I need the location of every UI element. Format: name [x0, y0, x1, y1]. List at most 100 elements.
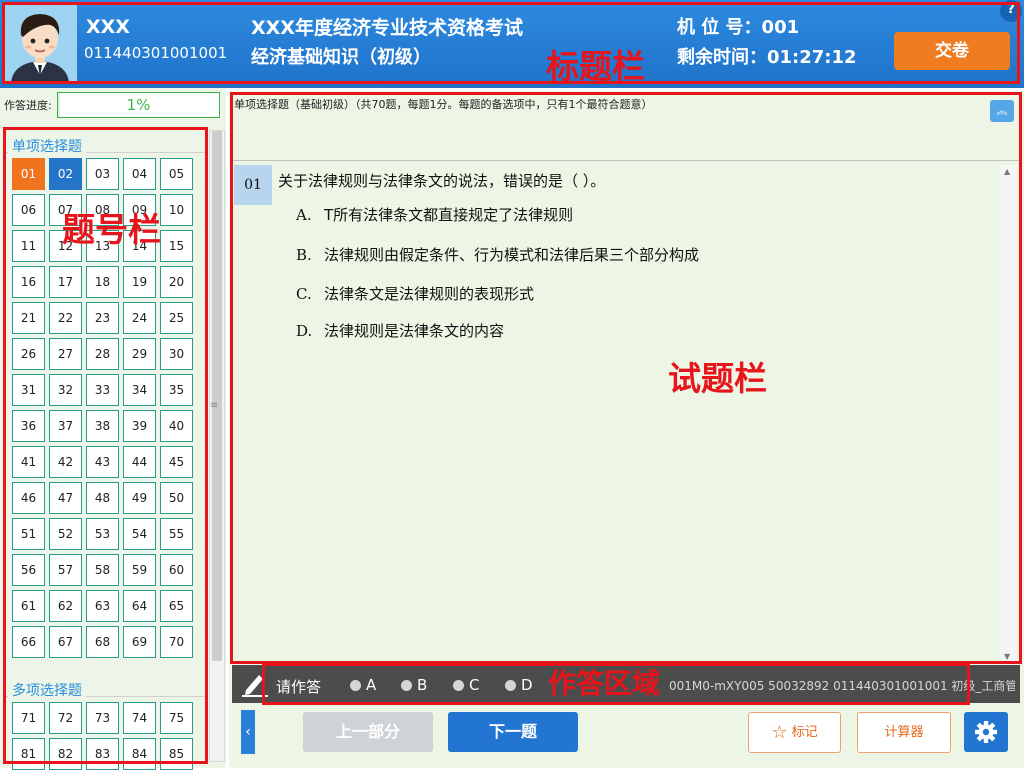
question-number-button[interactable]: 58 [86, 554, 119, 586]
question-number-button[interactable]: 02 [49, 158, 82, 190]
calculator-button[interactable]: 计算器 [857, 712, 951, 753]
question-number-button[interactable]: 66 [12, 626, 45, 658]
question-number-button[interactable]: 51 [12, 518, 45, 550]
question-number-button[interactable]: 28 [86, 338, 119, 370]
question-number-button[interactable]: 61 [12, 590, 45, 622]
question-number-button[interactable]: 72 [49, 702, 82, 734]
answer-radio-c[interactable]: C [453, 676, 479, 694]
question-number-button[interactable]: 70 [160, 626, 193, 658]
question-number-button[interactable]: 43 [86, 446, 119, 478]
submit-exam-button[interactable]: 交卷 [894, 32, 1010, 70]
option-b[interactable]: B. 法律规则由假定条件、行为模式和法律后果三个部分构成 [296, 244, 699, 265]
question-number-button[interactable]: 67 [49, 626, 82, 658]
question-scrollbar[interactable]: ▲ ▼ [1000, 165, 1016, 663]
answer-radio-a[interactable]: A [350, 676, 376, 694]
question-number-button[interactable]: 36 [12, 410, 45, 442]
question-number-button[interactable]: 56 [12, 554, 45, 586]
option-a[interactable]: A. T所有法律条文都直接规定了法律规则 [296, 204, 573, 225]
question-number-button[interactable]: 22 [49, 302, 82, 334]
question-number-button[interactable]: 49 [123, 482, 156, 514]
scroll-down-icon[interactable]: ▼ [1004, 652, 1010, 661]
question-number-button[interactable]: 71 [12, 702, 45, 734]
question-number-button[interactable]: 68 [86, 626, 119, 658]
settings-button[interactable] [964, 712, 1008, 752]
section-title-single[interactable]: 单项选择题 [8, 136, 86, 156]
question-number-button[interactable]: 62 [49, 590, 82, 622]
question-number-button[interactable]: 69 [123, 626, 156, 658]
question-number-button[interactable]: 34 [123, 374, 156, 406]
question-number-button[interactable]: 45 [160, 446, 193, 478]
question-number-button[interactable]: 85 [160, 738, 193, 770]
double-chevron-up-icon[interactable]: ︽ [990, 100, 1014, 122]
next-question-button[interactable]: 下一题 [448, 712, 578, 752]
question-number-button[interactable]: 55 [160, 518, 193, 550]
question-number-button[interactable]: 21 [12, 302, 45, 334]
question-number-button[interactable]: 19 [123, 266, 156, 298]
question-number-button[interactable]: 47 [49, 482, 82, 514]
question-number-button[interactable]: 40 [160, 410, 193, 442]
question-number-button[interactable]: 74 [123, 702, 156, 734]
question-number-button[interactable]: 05 [160, 158, 193, 190]
question-number-button[interactable]: 35 [160, 374, 193, 406]
help-icon[interactable]: ? [1000, 0, 1022, 22]
question-number-button[interactable]: 83 [86, 738, 119, 770]
section-title-multi[interactable]: 多项选择题 [8, 680, 86, 700]
question-number-button[interactable]: 10 [160, 194, 193, 226]
previous-section-button[interactable]: 上一部分 [303, 712, 433, 752]
question-number-button[interactable]: 50 [160, 482, 193, 514]
question-number-button[interactable]: 23 [86, 302, 119, 334]
question-number-button[interactable]: 03 [86, 158, 119, 190]
question-number-button[interactable]: 82 [49, 738, 82, 770]
question-number-button[interactable]: 75 [160, 702, 193, 734]
question-number-button[interactable]: 81 [12, 738, 45, 770]
mark-button[interactable]: ☆ 标记 [748, 712, 841, 753]
question-number-button[interactable]: 60 [160, 554, 193, 586]
answer-radio-d[interactable]: D [505, 676, 533, 694]
question-number-button[interactable]: 53 [86, 518, 119, 550]
left-scrollbar-thumb[interactable] [212, 131, 222, 661]
question-number-button[interactable]: 18 [86, 266, 119, 298]
question-number-button[interactable]: 48 [86, 482, 119, 514]
option-c[interactable]: C. 法律条文是法律规则的表现形式 [296, 283, 534, 304]
splitter-grip-icon[interactable]: ≡ [210, 400, 218, 411]
question-number-button[interactable]: 63 [86, 590, 119, 622]
question-number-button[interactable]: 38 [86, 410, 119, 442]
question-number-button[interactable]: 11 [12, 230, 45, 262]
question-number-button[interactable]: 52 [49, 518, 82, 550]
question-number-button[interactable]: 59 [123, 554, 156, 586]
question-number-button[interactable]: 17 [49, 266, 82, 298]
question-number-button[interactable]: 57 [49, 554, 82, 586]
question-number-button[interactable]: 04 [123, 158, 156, 190]
question-number-button[interactable]: 29 [123, 338, 156, 370]
answer-radio-b[interactable]: B [401, 676, 427, 694]
question-number-button[interactable]: 42 [49, 446, 82, 478]
question-number-button[interactable]: 64 [123, 590, 156, 622]
question-number-button[interactable]: 16 [12, 266, 45, 298]
answer-prompt: 请作答 [276, 678, 322, 696]
left-scrollbar[interactable] [209, 130, 225, 762]
question-number-button[interactable]: 24 [123, 302, 156, 334]
chevron-left-icon[interactable]: ‹ [241, 710, 255, 754]
question-number-button[interactable]: 27 [49, 338, 82, 370]
question-number-button[interactable]: 65 [160, 590, 193, 622]
question-number-button[interactable]: 44 [123, 446, 156, 478]
option-d[interactable]: D. 法律规则是法律条文的内容 [296, 320, 504, 341]
question-number-button[interactable]: 84 [123, 738, 156, 770]
question-number-button[interactable]: 25 [160, 302, 193, 334]
question-number-button[interactable]: 33 [86, 374, 119, 406]
question-number-button[interactable]: 01 [12, 158, 45, 190]
question-number-button[interactable]: 39 [123, 410, 156, 442]
question-number-button[interactable]: 30 [160, 338, 193, 370]
question-number-button[interactable]: 20 [160, 266, 193, 298]
question-number-button[interactable]: 54 [123, 518, 156, 550]
scroll-up-icon[interactable]: ▲ [1004, 167, 1010, 176]
question-number-button[interactable]: 31 [12, 374, 45, 406]
question-number-button[interactable]: 41 [12, 446, 45, 478]
question-number-button[interactable]: 37 [49, 410, 82, 442]
question-number-button[interactable]: 73 [86, 702, 119, 734]
question-number-button[interactable]: 06 [12, 194, 45, 226]
question-number-button[interactable]: 15 [160, 230, 193, 262]
question-number-button[interactable]: 32 [49, 374, 82, 406]
question-number-button[interactable]: 46 [12, 482, 45, 514]
question-number-button[interactable]: 26 [12, 338, 45, 370]
